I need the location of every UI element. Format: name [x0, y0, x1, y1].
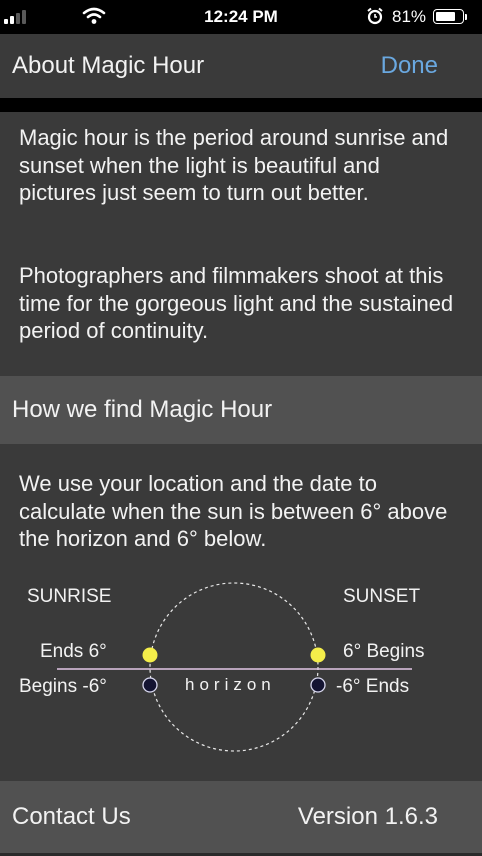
section-header-title: How we find Magic Hour — [12, 396, 273, 423]
page-title: About Magic Hour — [12, 52, 205, 79]
contact-us-button[interactable]: Contact Us — [12, 803, 131, 831]
divider — [0, 98, 482, 112]
sun-diagram — [57, 582, 412, 752]
version-label: Version 1.6.3 — [297, 803, 438, 830]
sunrise-ends-label: Ends 6° — [40, 641, 107, 662]
sunset-sun-above-icon — [310, 647, 326, 663]
alarm-icon — [366, 7, 384, 30]
sunrise-sun-above-icon — [142, 647, 158, 663]
sunset-label: SUNSET — [343, 586, 421, 607]
sunrise-sun-below-icon — [142, 677, 158, 693]
sunset-sun-below-icon — [310, 677, 326, 693]
battery-icon — [433, 9, 464, 24]
done-button[interactable]: Done — [381, 52, 438, 80]
about-paragraph-2: Photographers and filmmakers shoot at th… — [19, 263, 454, 343]
section-header: How we find Magic Hour — [0, 376, 482, 444]
horizon-label: horizon — [185, 675, 276, 694]
sunset-ends-label: -6° Ends — [336, 676, 410, 697]
about-paragraph-1: Magic hour is the period around sunrise … — [19, 125, 449, 205]
about-section: Magic hour is the period around sunrise … — [0, 112, 482, 376]
sunrise-label: SUNRISE — [27, 586, 112, 607]
sun-path-circle — [149, 582, 319, 752]
status-bar: 12:24 PM 81% — [0, 0, 482, 34]
navbar: About Magic Hour Done — [0, 34, 482, 98]
sunrise-begins-label: Begins -6° — [19, 676, 107, 697]
how-section: We use your location and the date to cal… — [0, 444, 482, 781]
battery-percent: 81% — [392, 7, 427, 26]
sunset-begins-label: 6° Begins — [343, 641, 425, 662]
footer: Contact Us Version 1.6.3 — [0, 781, 482, 856]
